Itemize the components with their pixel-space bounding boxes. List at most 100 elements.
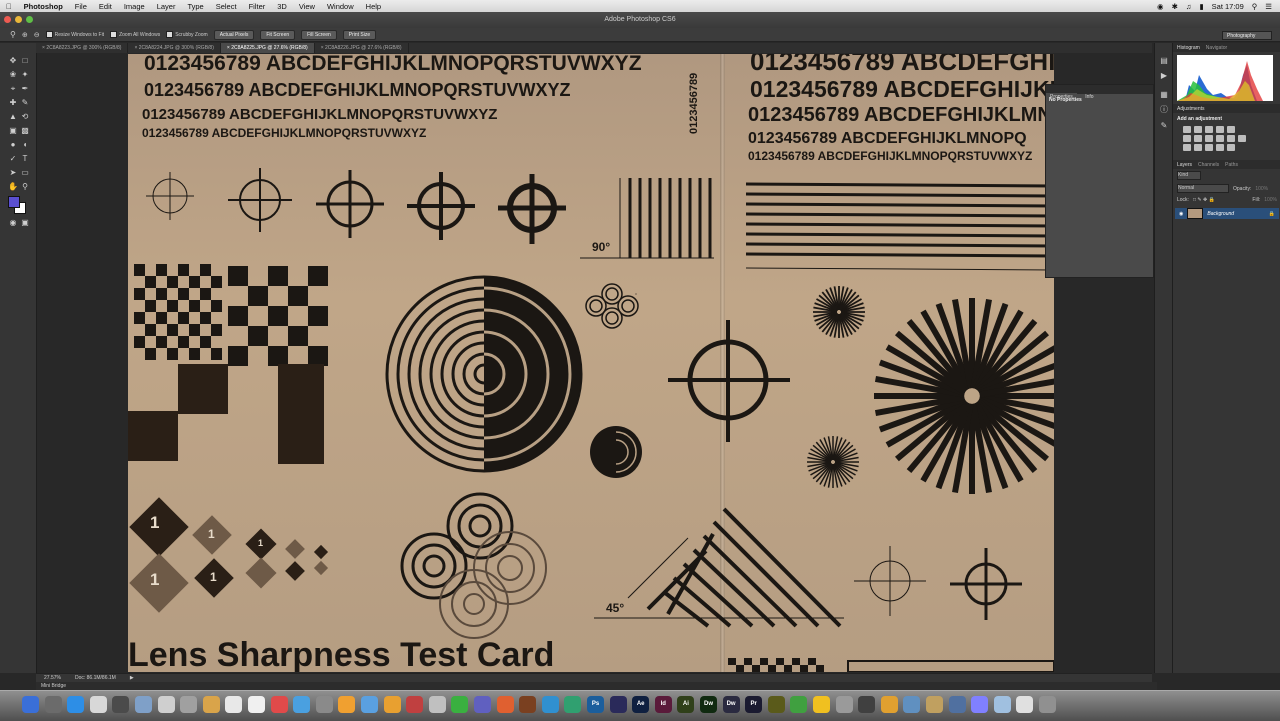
foreground-color-swatch[interactable] <box>8 196 20 208</box>
zoom-out-icon[interactable]: ⊖ <box>34 31 40 39</box>
dock-filezilla-icon[interactable] <box>474 696 491 713</box>
dock-safari-icon[interactable] <box>67 696 84 713</box>
menu-edit[interactable]: Edit <box>93 2 118 11</box>
bluetooth-icon[interactable]: ✱ <box>1172 2 1178 11</box>
visibility-eye-icon[interactable]: ◉ <box>1175 211 1183 217</box>
apple-icon[interactable]:  <box>0 2 18 11</box>
zoom-tool-icon[interactable]: ⚲ <box>20 182 30 192</box>
tab-paths[interactable]: Paths <box>1225 162 1238 168</box>
menu-help[interactable]: Help <box>360 2 387 11</box>
brush-panel-icon[interactable]: ✎ <box>1159 121 1169 131</box>
dock-bridge-icon[interactable]: Pr <box>745 696 762 713</box>
zoom-tool-icon[interactable]: ⚲ <box>10 30 16 39</box>
menu-file[interactable]: File <box>69 2 93 11</box>
menu-type[interactable]: Type <box>181 2 209 11</box>
type-tool-icon[interactable]: T <box>20 154 30 164</box>
dock-chrome-icon[interactable] <box>316 696 333 713</box>
print-size-button[interactable]: Print Size <box>343 30 376 40</box>
history-panel-icon[interactable]: ▤ <box>1159 56 1169 66</box>
dock-finder-icon[interactable] <box>22 696 39 713</box>
dock-launchpad-icon[interactable] <box>45 696 62 713</box>
doc-tab[interactable]: × 2C8A8226.JPG @ 27.6% (RGB/8) <box>315 43 409 53</box>
dock-premiere-icon[interactable]: Dw <box>723 696 740 713</box>
move-tool-icon[interactable]: ✥ <box>8 56 18 66</box>
dock-disk-utility-icon[interactable] <box>542 696 559 713</box>
fit-screen-button[interactable]: Fit Screen <box>260 30 295 40</box>
eraser-tool-icon[interactable]: ▣ <box>8 126 18 136</box>
dock-spreadsheet-icon[interactable] <box>429 696 446 713</box>
dock-skype-icon[interactable] <box>406 696 423 713</box>
dock-preview-icon[interactable] <box>903 696 920 713</box>
dock-time-machine-icon[interactable] <box>564 696 581 713</box>
doc-tab[interactable]: × 2C8A8223.JPG @ 300% (RGB/8) <box>36 43 128 53</box>
dock-acrobat-icon[interactable] <box>610 696 627 713</box>
dock-adobe-media-icon[interactable] <box>768 696 785 713</box>
zoom-in-icon[interactable]: ⊕ <box>22 31 28 39</box>
dodge-tool-icon[interactable]: ◖ <box>20 140 30 150</box>
dock-vlc-icon[interactable] <box>338 696 355 713</box>
crop-tool-icon[interactable]: ⌖ <box>8 84 18 94</box>
actual-pixels-button[interactable]: Actual Pixels <box>214 30 255 40</box>
lasso-tool-icon[interactable]: ❀ <box>8 70 18 80</box>
dock-utilities-icon[interactable] <box>1039 696 1056 713</box>
spotlight-icon[interactable]: ⚲ <box>1252 2 1258 11</box>
blend-mode-select[interactable]: Normal <box>1177 184 1229 193</box>
dock-terminal-icon[interactable] <box>836 696 853 713</box>
menu-window[interactable]: Window <box>321 2 360 11</box>
dock-maps-icon[interactable] <box>361 696 378 713</box>
menu-filter[interactable]: Filter <box>243 2 272 11</box>
screen-mode-icon[interactable]: ▣ <box>20 218 30 228</box>
zoom-level[interactable]: 27.57% <box>44 675 61 681</box>
properties-panel-icon[interactable]: ▦ <box>1159 90 1169 100</box>
layer-row-background[interactable]: ◉ Background 🔒 <box>1175 208 1279 219</box>
adjustment-icons-row[interactable] <box>1173 143 1280 152</box>
dock-indesign-icon[interactable]: Id <box>655 696 672 713</box>
tab-info[interactable]: Info <box>1081 93 1097 101</box>
doc-tab[interactable]: × 2C8A8224.JPG @ 300% (RGB/8) <box>128 43 220 53</box>
notification-icon[interactable]: ☰ <box>1265 2 1272 11</box>
dock-ibooks-icon[interactable] <box>248 696 265 713</box>
history-brush-icon[interactable]: ⟲ <box>20 112 30 122</box>
zoom-window-button[interactable] <box>26 16 33 23</box>
menu-app-name[interactable]: Photoshop <box>18 2 69 11</box>
volume-icon[interactable]: ♫ <box>1186 2 1192 11</box>
quick-select-icon[interactable]: ✦ <box>20 70 30 80</box>
tab-navigator[interactable]: Navigator <box>1206 45 1227 51</box>
dock-contacts-icon[interactable] <box>90 696 107 713</box>
dock-folder-icon[interactable] <box>926 696 943 713</box>
menu-3d[interactable]: 3D <box>271 2 293 11</box>
dock-pages-icon[interactable] <box>790 696 807 713</box>
dock-reminders-icon[interactable] <box>203 696 220 713</box>
doc-size[interactable]: Doc: 86.1M/86.1M <box>75 675 116 681</box>
pen-tool-icon[interactable]: ✓ <box>8 154 18 164</box>
layer-kind-filter[interactable]: Kind <box>1177 171 1201 180</box>
workspace-select[interactable]: Photography <box>1222 31 1272 40</box>
tab-layers[interactable]: Layers <box>1177 162 1192 168</box>
zoom-all-checkbox[interactable]: Zoom All Windows <box>110 31 160 38</box>
dock-illustrator-icon[interactable]: Ai <box>677 696 694 713</box>
menu-image[interactable]: Image <box>118 2 151 11</box>
dock-transmit-icon[interactable] <box>451 696 468 713</box>
tab-adjustments[interactable]: Adjustments <box>1177 106 1205 112</box>
dock-notes-icon[interactable] <box>180 696 197 713</box>
lock-icons[interactable]: □ ✎ ✥ 🔒 <box>1193 197 1215 203</box>
document-canvas[interactable]: 0123456789 ABCDEFGHIJKLMNOPQRSTUVWXYZ 01… <box>128 54 1054 672</box>
menu-layer[interactable]: Layer <box>151 2 182 11</box>
info-panel-icon[interactable]: ⓘ <box>1159 105 1169 115</box>
dock-monitor-icon[interactable] <box>858 696 875 713</box>
fill-field[interactable]: 100% <box>1264 197 1277 203</box>
tab-channels[interactable]: Channels <box>1198 162 1219 168</box>
brush-tool-icon[interactable]: ✎ <box>20 98 30 108</box>
eyedropper-icon[interactable]: ✒ <box>20 84 30 94</box>
dock-photoshop-icon[interactable]: Ps <box>587 696 604 713</box>
dock-mail-icon[interactable] <box>135 696 152 713</box>
actions-panel-icon[interactable]: ▶ <box>1159 71 1169 81</box>
marquee-tool-icon[interactable]: □ <box>20 56 30 66</box>
dock-calendar-icon[interactable] <box>158 696 175 713</box>
healing-brush-icon[interactable]: ✚ <box>8 98 18 108</box>
dock-firefox-icon[interactable] <box>384 696 401 713</box>
path-select-icon[interactable]: ➤ <box>8 168 18 178</box>
dock-help-icon[interactable] <box>949 696 966 713</box>
close-window-button[interactable] <box>4 16 11 23</box>
adjustment-icons-row[interactable] <box>1173 134 1280 143</box>
